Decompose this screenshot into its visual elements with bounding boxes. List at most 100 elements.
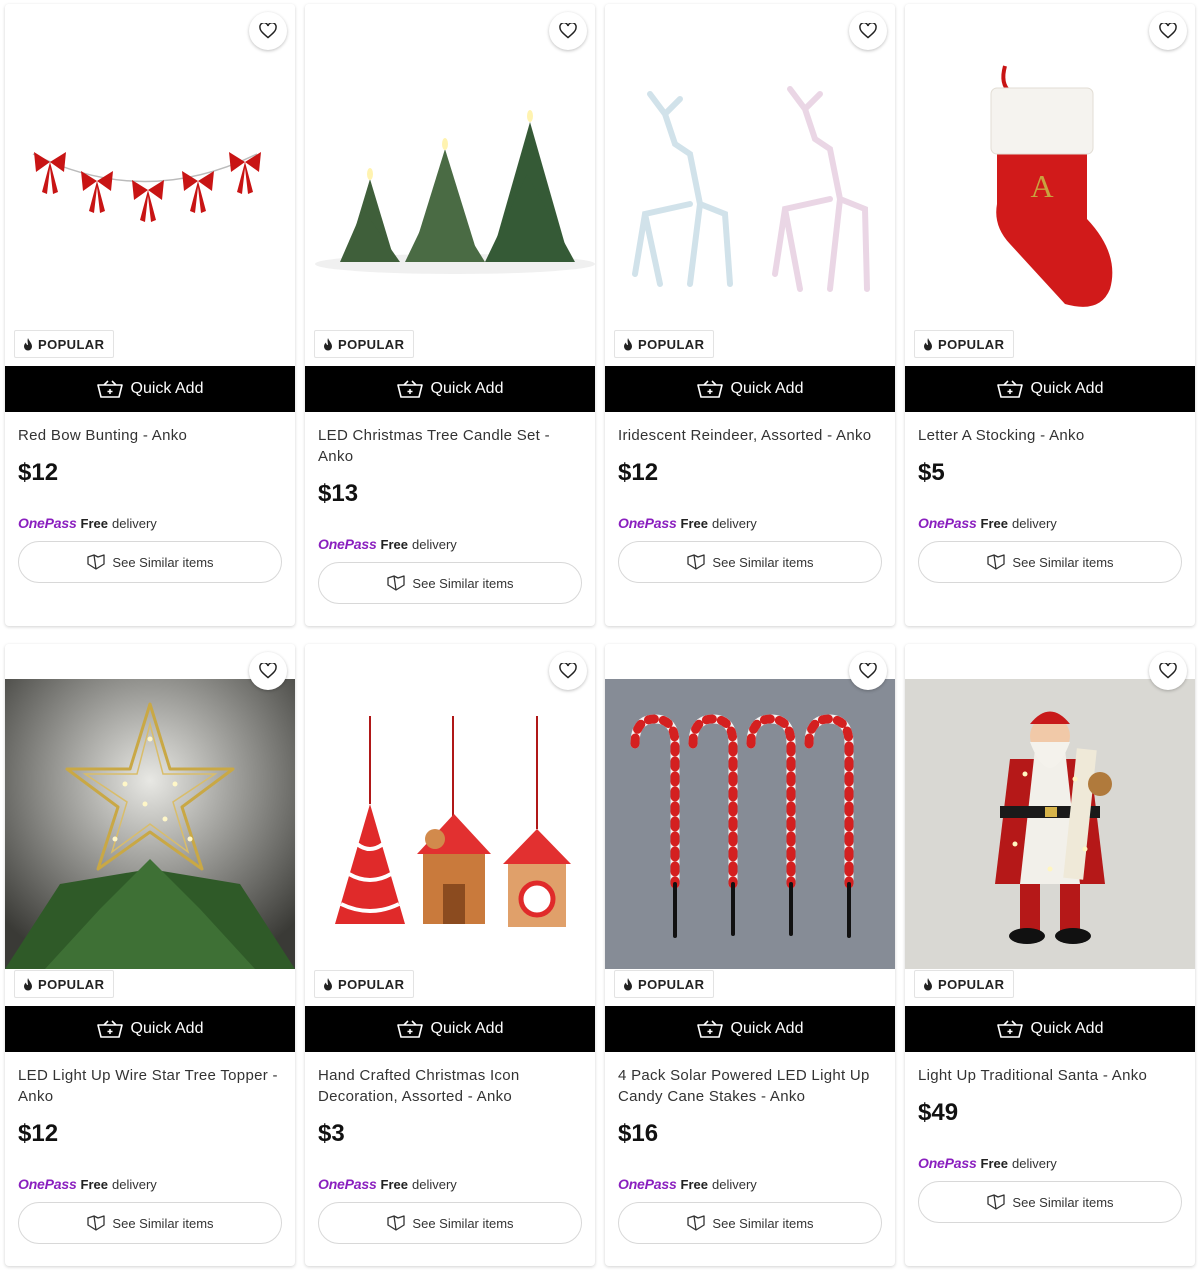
product-image[interactable] [5,644,295,1006]
onepass-logo: OnePass [918,1155,977,1171]
badge-label: POPULAR [38,336,105,352]
quick-add-button[interactable]: Quick Add [305,366,595,412]
similar-icon [987,1194,1006,1210]
badge-label: POPULAR [38,976,105,992]
product-title[interactable]: LED Light Up Wire Star Tree Topper - Ank… [18,1065,282,1107]
product-image[interactable] [605,644,895,1006]
delivery-label: delivery [712,516,757,531]
product-title[interactable]: LED Christmas Tree Candle Set - Anko [318,425,582,467]
see-similar-label: See Similar items [712,1215,814,1231]
product-card[interactable]: POPULAR Quick Add 4 Pack Solar Powered L… [605,644,895,1266]
badge-label: POPULAR [638,336,705,352]
see-similar-button[interactable]: See Similar items [618,1202,882,1244]
quick-add-button[interactable]: Quick Add [905,366,1195,412]
flame-icon [324,337,332,350]
basket-icon [96,380,123,398]
product-info: 4 Pack Solar Powered LED Light Up Candy … [618,1065,882,1244]
wishlist-heart-button[interactable] [849,652,887,690]
product-image[interactable] [5,4,295,366]
see-similar-button[interactable]: See Similar items [918,1181,1182,1223]
see-similar-button[interactable]: See Similar items [618,541,882,583]
product-info: Letter A Stocking - Anko $5 OnePass Free… [918,425,1182,583]
popular-badge: POPULAR [314,970,415,998]
wishlist-heart-button[interactable] [1149,652,1187,690]
see-similar-button[interactable]: See Similar items [318,562,582,604]
product-price: $12 [618,459,659,486]
badge-label: POPULAR [938,336,1005,352]
product-image[interactable] [305,4,595,366]
similar-icon [87,554,106,570]
wishlist-heart-button[interactable] [549,12,587,50]
quick-add-label: Quick Add [130,380,204,397]
heart-icon [559,23,577,39]
product-card[interactable]: POPULAR Quick Add Iridescent Reindeer, A… [605,4,895,626]
basket-icon [996,1020,1023,1038]
wishlist-heart-button[interactable] [249,12,287,50]
product-card[interactable]: A POPULAR Quick Add Letter A Stocking - … [905,4,1195,626]
badge-label: POPULAR [638,976,705,992]
flame-icon [624,337,632,350]
product-title[interactable]: Iridescent Reindeer, Assorted - Anko [618,425,882,446]
delivery-label: delivery [112,1177,157,1192]
onepass-logo: OnePass [318,536,377,552]
onepass-delivery: OnePass Free delivery [918,1155,1182,1172]
wishlist-heart-button[interactable] [549,652,587,690]
stocking-letter: A [1030,168,1053,204]
onepass-delivery: OnePass Free delivery [618,1176,882,1193]
product-title[interactable]: Light Up Traditional Santa - Anko [918,1065,1182,1086]
product-image[interactable] [605,4,895,366]
product-card[interactable]: POPULAR Quick Add LED Christmas Tree Can… [305,4,595,626]
product-info: Iridescent Reindeer, Assorted - Anko $12… [618,425,882,583]
see-similar-label: See Similar items [112,554,214,570]
see-similar-button[interactable]: See Similar items [18,541,282,583]
quick-add-button[interactable]: Quick Add [305,1006,595,1052]
wishlist-heart-button[interactable] [249,652,287,690]
badge-label: POPULAR [338,976,405,992]
see-similar-button[interactable]: See Similar items [918,541,1182,583]
product-title[interactable]: 4 Pack Solar Powered LED Light Up Candy … [618,1065,882,1107]
quick-add-button[interactable]: Quick Add [605,1006,895,1052]
product-card[interactable]: POPULAR Quick Add Red Bow Bunting - Anko… [5,4,295,626]
product-info: Light Up Traditional Santa - Anko $49 On… [918,1065,1182,1223]
quick-add-label: Quick Add [1030,380,1104,397]
product-info: Hand Crafted Christmas Icon Decoration, … [318,1065,582,1244]
free-label: Free [380,537,408,552]
product-info: LED Light Up Wire Star Tree Topper - Ank… [18,1065,282,1244]
product-title[interactable]: Red Bow Bunting - Anko [18,425,282,446]
similar-icon [387,575,406,591]
product-card[interactable]: POPULAR Quick Add Hand Crafted Christmas… [305,644,595,1266]
product-card[interactable]: POPULAR Quick Add Light Up Traditional S… [905,644,1195,1266]
onepass-delivery: OnePass Free delivery [618,515,882,532]
see-similar-button[interactable]: See Similar items [318,1202,582,1244]
quick-add-button[interactable]: Quick Add [905,1006,1195,1052]
onepass-logo: OnePass [918,515,977,531]
popular-badge: POPULAR [314,330,415,358]
flame-icon [24,337,32,350]
quick-add-label: Quick Add [1030,1020,1104,1037]
delivery-label: delivery [1012,516,1057,531]
quick-add-button[interactable]: Quick Add [605,366,895,412]
wishlist-heart-button[interactable] [849,12,887,50]
free-label: Free [680,516,708,531]
product-card[interactable]: POPULAR Quick Add LED Light Up Wire Star… [5,644,295,1266]
popular-badge: POPULAR [14,970,115,998]
flame-icon [924,977,932,990]
product-image[interactable] [905,644,1195,1006]
heart-icon [259,663,277,679]
product-title[interactable]: Hand Crafted Christmas Icon Decoration, … [318,1065,582,1107]
popular-badge: POPULAR [614,970,715,998]
quick-add-button[interactable]: Quick Add [5,1006,295,1052]
product-title[interactable]: Letter A Stocking - Anko [918,425,1182,446]
wishlist-heart-button[interactable] [1149,12,1187,50]
heart-icon [859,663,877,679]
heart-icon [1159,23,1177,39]
similar-icon [687,554,706,570]
see-similar-button[interactable]: See Similar items [18,1202,282,1244]
quick-add-button[interactable]: Quick Add [5,366,295,412]
product-image[interactable] [305,644,595,1006]
product-image[interactable]: A [905,4,1195,366]
delivery-label: delivery [412,1177,457,1192]
basket-icon [696,380,723,398]
delivery-label: delivery [112,516,157,531]
see-similar-label: See Similar items [712,554,814,570]
